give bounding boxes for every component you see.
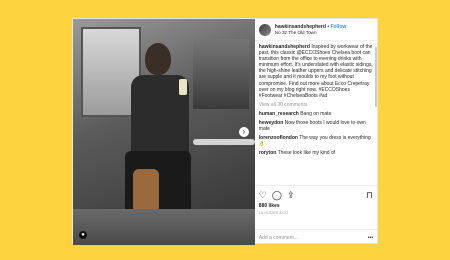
location-link[interactable]: No 32 The Old Town (275, 30, 347, 36)
photo-window-right (193, 39, 249, 109)
photo-floor (73, 209, 255, 245)
comment-username[interactable]: human_research (259, 111, 299, 117)
person-tag-icon[interactable]: ● (79, 231, 87, 239)
view-all-comments-link[interactable]: View all 30 comments (259, 102, 373, 108)
comments-scrollbar[interactable] (375, 47, 377, 107)
share-icon[interactable]: ⇪ (287, 190, 295, 200)
photo-wine-glass (179, 79, 187, 95)
heart-icon[interactable]: ♡ (259, 190, 267, 200)
follow-button[interactable]: Follow (330, 24, 346, 30)
photo-person-head (145, 43, 171, 75)
more-options-icon[interactable]: ••• (368, 235, 373, 241)
comment-item: human_research Bang on mate (259, 111, 373, 117)
add-comment-field[interactable]: Add a comment... ••• (254, 229, 377, 245)
comment-username[interactable]: roryton (259, 150, 277, 156)
comment-icon[interactable]: ◯ (272, 190, 282, 200)
post-photo[interactable]: › ● (73, 19, 255, 245)
avatar[interactable] (258, 23, 271, 36)
comment-text: These look like my kind of (277, 150, 336, 157)
photo-leather-bag (133, 169, 159, 213)
post-timestamp: 15 hours ago (258, 211, 288, 215)
post-actions: ♡ ◯ ⇪ ⊓ 880 likes 15 hours ago (254, 185, 377, 229)
chevron-right-icon[interactable]: › (238, 127, 249, 137)
bookmark-icon[interactable]: ⊓ (366, 190, 373, 200)
caption: hawkinsandshepherd Inspired by workwear … (259, 44, 373, 99)
likes-count[interactable]: 880 likes (259, 203, 373, 209)
comment-username[interactable]: heweydon (259, 120, 283, 126)
caption-username[interactable]: hawkinsandshepherd (259, 44, 310, 50)
comments-section[interactable]: hawkinsandshepherd Inspired by workwear … (255, 41, 377, 185)
header-text: hawkinsandshepherd • Follow No 32 The Ol… (275, 24, 347, 36)
caption-text: Inspired by workwear of the past, this c… (258, 44, 373, 99)
post-sidebar: hawkinsandshepherd • Follow No 32 The Ol… (254, 19, 377, 245)
add-comment-placeholder: Add a comment... (258, 234, 298, 241)
comment-item: roryton These look like my kind of (259, 150, 373, 156)
action-icon-row: ♡ ◯ ⇪ ⊓ (259, 189, 373, 201)
post-header: hawkinsandshepherd • Follow No 32 The Ol… (254, 19, 377, 41)
photo-table (193, 139, 255, 145)
instagram-post: › ● hawkinsandshepherd • Follow No 32 Th… (72, 18, 378, 245)
comment-item: heweydon Now those boots I would love to… (259, 120, 373, 132)
header-username[interactable]: hawkinsandshepherd (275, 24, 326, 30)
comment-item: lorenzooflondon The way you dress is eve… (259, 135, 373, 147)
comment-text: Bang on mate (300, 110, 332, 117)
